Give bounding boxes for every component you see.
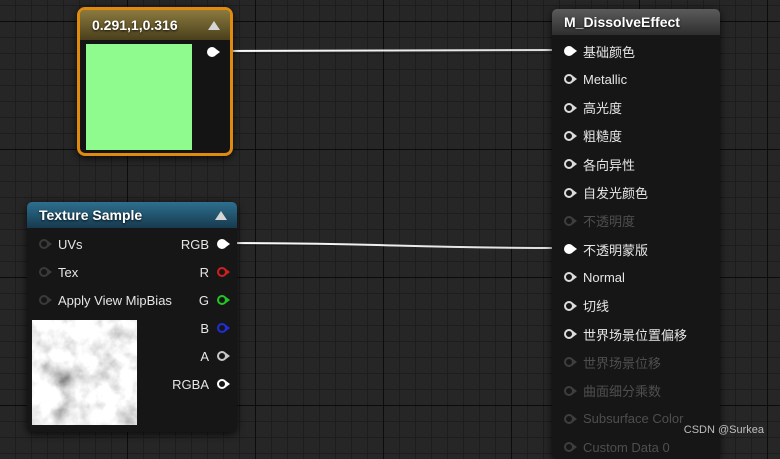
output-pin-rgba[interactable]: RGBA xyxy=(172,374,230,394)
pin-label: R xyxy=(199,264,209,280)
input-pin-apply-view-mipbias[interactable]: Apply View MipBias xyxy=(39,290,172,310)
pin-label: B xyxy=(200,320,209,336)
input-pin-tex[interactable]: Tex xyxy=(39,262,78,282)
material-result-node[interactable]: M_DissolveEffect 基础颜色 Metallic 高光度粗糙度各向异性自… xyxy=(552,9,720,459)
output-pin-g[interactable]: G xyxy=(198,290,230,310)
pin-icon[interactable] xyxy=(217,323,230,333)
pin-icon[interactable] xyxy=(217,239,230,249)
pin-icon xyxy=(564,215,577,226)
material-pin: 不透明度 xyxy=(564,211,635,231)
pin-label: RGBA xyxy=(172,376,209,392)
material-pin[interactable]: Normal xyxy=(564,267,625,287)
material-pin[interactable]: 高光度 xyxy=(564,98,622,118)
pin-label: UVs xyxy=(58,236,83,252)
pin-label: 切线 xyxy=(583,299,610,315)
pin-icon[interactable] xyxy=(564,159,577,170)
material-node-header[interactable]: M_DissolveEffect xyxy=(552,9,720,35)
pin-label: Tex xyxy=(58,264,79,280)
pin-label: 曲面细分乘数 xyxy=(583,384,662,400)
material-pin[interactable]: 切线 xyxy=(564,296,609,316)
pin-label: Normal xyxy=(583,269,625,285)
material-node-title: M_DissolveEffect xyxy=(564,14,680,30)
pin-label: 世界场景位移 xyxy=(583,355,662,371)
material-pin[interactable]: 各向异性 xyxy=(564,154,635,174)
output-pin-a[interactable]: A xyxy=(200,346,230,366)
pin-icon[interactable] xyxy=(564,272,577,283)
output-pin-b[interactable]: B xyxy=(200,318,230,338)
pin-icon[interactable] xyxy=(217,351,230,361)
wire-rgb-to-opacity-mask[interactable] xyxy=(225,242,561,249)
output-pin-r[interactable]: R xyxy=(199,262,230,282)
material-pin[interactable]: 世界场景位置偏移 xyxy=(564,324,687,344)
material-pin[interactable]: 基础颜色 xyxy=(564,41,635,61)
texture-sample-node[interactable]: Texture Sample UVs Tex Apply View MipBia… xyxy=(27,202,237,432)
pin-icon[interactable] xyxy=(39,239,52,249)
material-pin[interactable]: 粗糙度 xyxy=(564,126,622,146)
pin-icon[interactable] xyxy=(564,46,577,56)
pin-icon[interactable] xyxy=(564,130,577,141)
constant-output-pin-icon[interactable] xyxy=(207,47,220,57)
pin-icon xyxy=(564,413,577,424)
output-pin-rgb[interactable]: RGB xyxy=(180,234,230,254)
texture-node-title: Texture Sample xyxy=(39,207,143,223)
input-pin-uvs[interactable]: UVs xyxy=(39,234,83,254)
material-pin[interactable]: 自发光颜色 xyxy=(564,183,648,203)
constant-node-title: 0.291,1,0.316 xyxy=(92,17,178,33)
pin-label: G xyxy=(198,292,209,308)
wire-constant-to-base-color[interactable] xyxy=(220,49,561,52)
color-preview-swatch xyxy=(86,44,192,150)
collapse-arrow-icon[interactable] xyxy=(215,211,227,220)
constant-node-header[interactable]: 0.291,1,0.316 xyxy=(80,10,230,40)
pin-icon[interactable] xyxy=(564,102,577,113)
pin-label: 世界场景位置偏移 xyxy=(583,327,688,343)
pin-label: Apply View MipBias xyxy=(58,292,172,308)
pin-icon xyxy=(564,357,577,368)
watermark-text: CSDN @Surkea xyxy=(683,424,764,436)
pin-icon[interactable] xyxy=(564,244,577,255)
pin-label: A xyxy=(200,348,209,364)
constant-color-node[interactable]: 0.291,1,0.316 xyxy=(77,7,233,156)
material-pin: Subsurface Color xyxy=(564,409,683,429)
pin-label: Subsurface Color xyxy=(583,411,684,427)
material-pin: Custom Data 0 xyxy=(564,437,670,457)
pin-label: 各向异性 xyxy=(583,157,636,173)
pin-icon[interactable] xyxy=(217,379,230,389)
pin-icon[interactable] xyxy=(217,295,230,305)
pin-label: Custom Data 0 xyxy=(583,439,670,455)
pin-icon[interactable] xyxy=(564,187,577,198)
pin-icon[interactable] xyxy=(564,300,577,311)
collapse-arrow-icon[interactable] xyxy=(208,21,220,30)
pin-label: 基础颜色 xyxy=(583,44,636,60)
texture-preview-thumbnail xyxy=(32,320,137,425)
material-pin: 世界场景位移 xyxy=(564,352,661,372)
texture-node-header[interactable]: Texture Sample xyxy=(27,202,237,228)
pin-icon[interactable] xyxy=(564,329,577,339)
material-pin[interactable]: Metallic xyxy=(564,69,627,89)
pin-icon[interactable] xyxy=(564,74,577,85)
material-pin[interactable]: 不透明蒙版 xyxy=(564,239,648,259)
pin-label: 不透明度 xyxy=(583,214,636,230)
pin-label: 高光度 xyxy=(583,101,623,117)
pin-label: 不透明蒙版 xyxy=(583,242,649,258)
pin-label: Metallic xyxy=(583,71,628,87)
pin-label: 自发光颜色 xyxy=(583,186,649,201)
pin-icon[interactable] xyxy=(39,267,52,277)
material-pin: 曲面细分乘数 xyxy=(564,381,661,401)
pin-label: 粗糙度 xyxy=(583,129,623,145)
pin-icon[interactable] xyxy=(217,267,230,277)
pin-icon xyxy=(564,385,577,396)
pin-icon[interactable] xyxy=(39,295,52,305)
pin-label: RGB xyxy=(180,236,209,252)
pin-icon xyxy=(564,442,577,453)
